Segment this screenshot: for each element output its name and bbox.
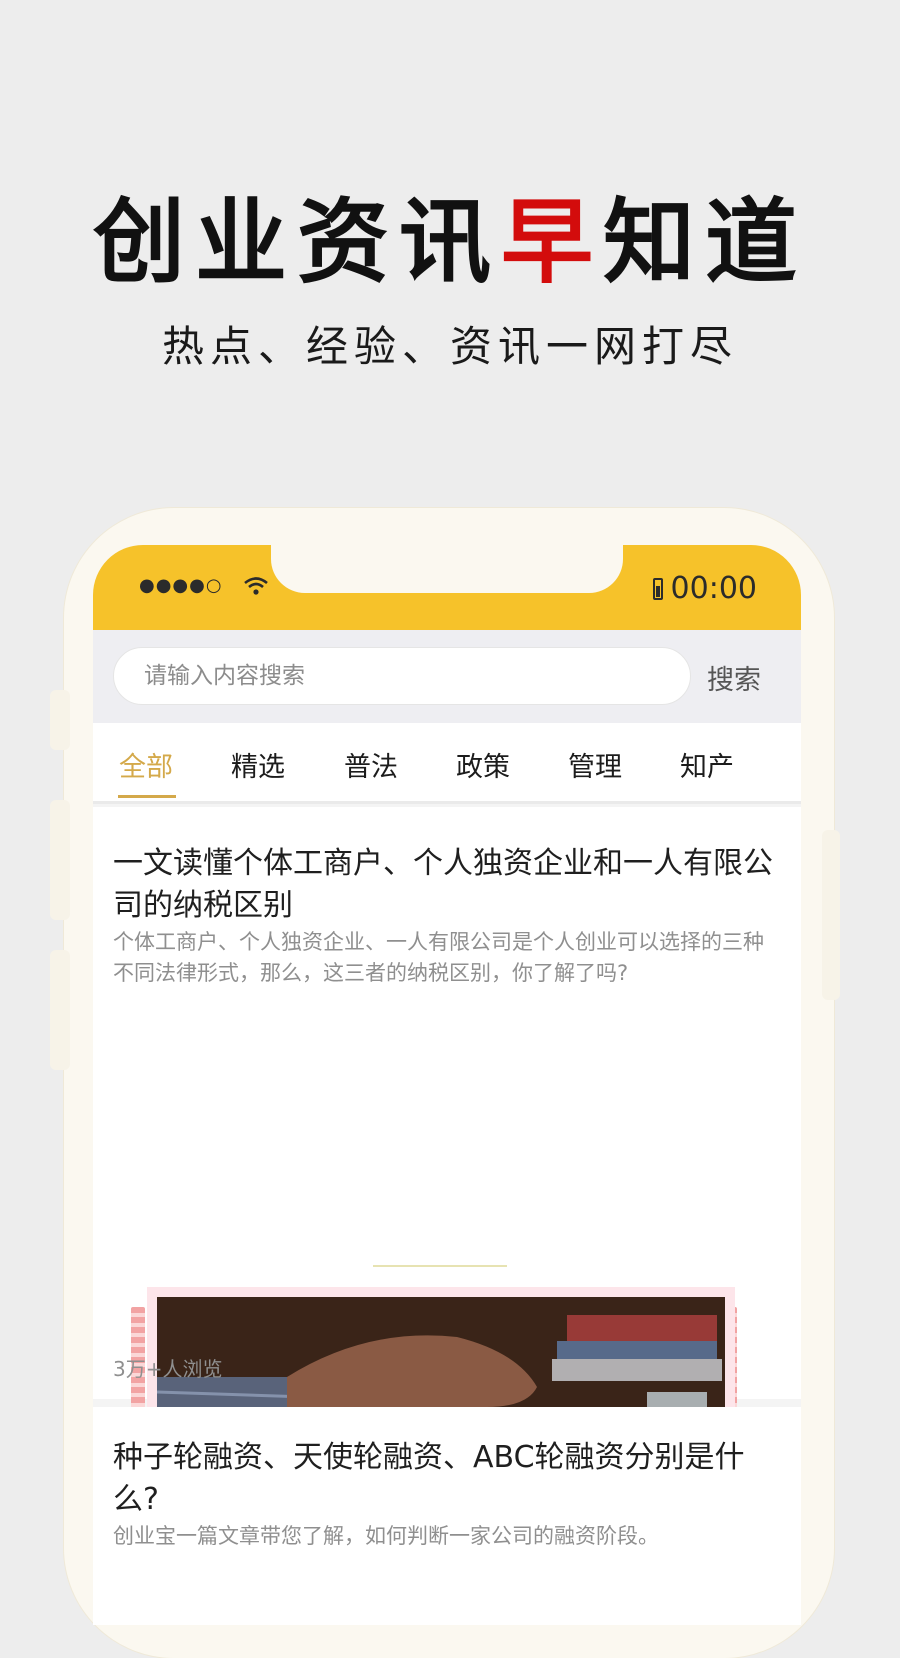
tab-policy[interactable]: 政策	[456, 745, 510, 784]
wifi-icon	[243, 576, 268, 595]
status-time: 00:00	[670, 571, 757, 606]
promo-headline: 创业资讯早知道	[0, 168, 900, 301]
headline-part1: 创业资讯	[92, 189, 501, 296]
article-title[interactable]: 种子轮融资、天使轮融资、ABC轮融资分别是什么?	[113, 1437, 773, 1521]
article-summary: 创业宝一篇文章带您了解，如何判断一家公司的融资阶段。	[113, 1524, 659, 1548]
search-input[interactable]	[113, 647, 691, 705]
phone-screen: ●●●●○ 00:00 搜索 全部 精选 普法 政策 管理 知产 一文读懂个体工…	[93, 545, 801, 1625]
notch	[271, 545, 623, 593]
article-views: 3万+人浏览	[113, 1357, 223, 1381]
status-right: 00:00	[652, 571, 757, 606]
article-card[interactable]: 种子轮融资、天使轮融资、ABC轮融资分别是什么? 创业宝一篇文章带您了解，如何判…	[93, 1407, 801, 1625]
search-button[interactable]: 搜索	[707, 658, 761, 697]
article-summary: 个体工商户、个人独资企业、一人有限公司是个人创业可以选择的三种不同法律形式，那么…	[113, 930, 764, 985]
tab-ip[interactable]: 知产	[680, 745, 734, 784]
side-button-1	[50, 690, 70, 750]
headline-part2: 知道	[603, 189, 808, 296]
divider	[373, 1265, 507, 1267]
tab-featured[interactable]: 精选	[231, 745, 285, 784]
signal-dots-icon: ●●●●○	[139, 575, 223, 596]
tab-all[interactable]: 全部	[119, 745, 173, 784]
side-button-4	[822, 830, 840, 1000]
side-button-2	[50, 800, 70, 920]
article-card[interactable]: 一文读懂个体工商户、个人独资企业和一人有限公司的纳税区别 个体工商户、个人独资企…	[93, 807, 801, 1581]
tab-management[interactable]: 管理	[568, 745, 622, 784]
category-tabs: 全部 精选 普法 政策 管理 知产	[93, 723, 801, 804]
tab-legal[interactable]: 普法	[344, 745, 398, 784]
article-title[interactable]: 一文读懂个体工商户、个人独资企业和一人有限公司的纳税区别	[113, 843, 773, 927]
active-tab-indicator	[118, 795, 176, 798]
promo-subheadline: 热点、经验、资讯一网打尽	[161, 322, 738, 371]
battery-icon	[652, 577, 663, 600]
headline-accent: 早	[500, 189, 603, 296]
status-left: ●●●●○	[139, 575, 269, 596]
search-bar: 搜索	[93, 630, 801, 723]
status-bar: ●●●●○ 00:00	[93, 545, 801, 630]
side-button-3	[50, 950, 70, 1070]
